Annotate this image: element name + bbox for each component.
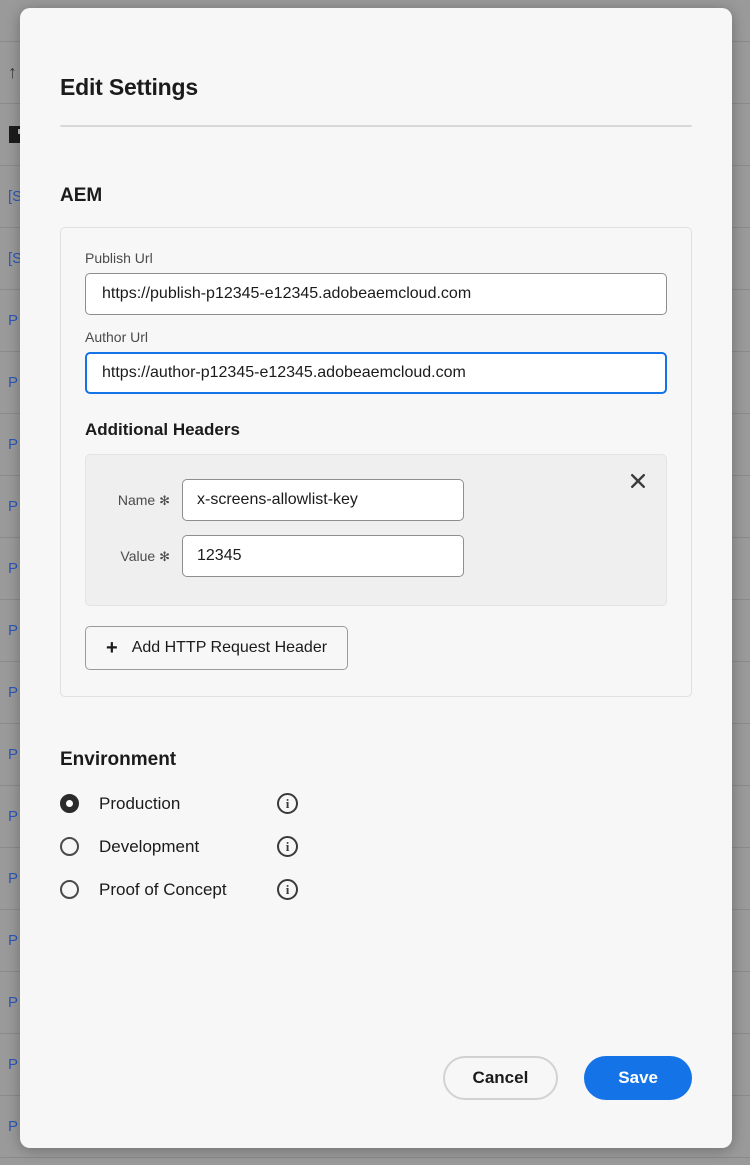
header-row-card: Name ✻ Value ✻: [85, 454, 667, 606]
header-name-row: Name ✻: [106, 479, 646, 521]
header-value-input[interactable]: [182, 535, 464, 577]
header-name-label-text: Name: [117, 491, 156, 508]
add-http-request-header-label: Add HTTP Request Header: [131, 639, 328, 656]
aem-settings-panel: Publish Url Author Url Additional Header…: [60, 227, 692, 697]
environment-option-development[interactable]: Development i: [60, 836, 692, 857]
header-value-label-text: Value: [120, 547, 156, 564]
dialog-footer: Cancel Save: [442, 1056, 692, 1100]
environment-option-production[interactable]: Production i: [60, 793, 692, 814]
author-url-label: Author Url: [85, 329, 149, 345]
publish-url-input[interactable]: [85, 273, 667, 315]
environment-radio-group: Production i Development i Proof of Conc…: [60, 793, 692, 900]
aem-section-title: AEM: [60, 185, 103, 206]
author-url-input[interactable]: [85, 352, 667, 394]
info-icon[interactable]: i: [277, 793, 298, 814]
info-icon[interactable]: i: [277, 836, 298, 857]
required-asterisk-icon: ✻: [159, 492, 170, 508]
header-name-input[interactable]: [182, 479, 464, 521]
header-value-label: Value ✻: [106, 548, 182, 565]
environment-section-title: Environment: [60, 749, 177, 770]
publish-url-label: Publish Url: [85, 250, 153, 266]
plus-icon: +: [106, 637, 118, 659]
environment-option-proof-of-concept[interactable]: Proof of Concept i: [60, 879, 692, 900]
radio-development-label[interactable]: Development: [99, 837, 277, 857]
header-value-row: Value ✻: [106, 535, 646, 577]
radio-proof-of-concept-label[interactable]: Proof of Concept: [99, 880, 277, 900]
arrow-up-icon: ↑: [8, 62, 17, 82]
dialog-title: Edit Settings: [60, 74, 198, 100]
close-icon[interactable]: [624, 467, 652, 495]
edit-settings-dialog: Edit Settings AEM Publish Url Author Url…: [20, 8, 732, 1148]
header-name-label: Name ✻: [106, 492, 182, 509]
required-asterisk-icon: ✻: [159, 548, 170, 564]
save-button[interactable]: Save: [584, 1056, 692, 1100]
radio-production[interactable]: [60, 794, 79, 813]
radio-proof-of-concept[interactable]: [60, 880, 79, 899]
cancel-button[interactable]: Cancel: [442, 1056, 559, 1100]
radio-production-label[interactable]: Production: [99, 794, 277, 814]
add-http-request-header-button[interactable]: + Add HTTP Request Header: [85, 626, 349, 670]
radio-development[interactable]: [60, 837, 79, 856]
info-icon[interactable]: i: [277, 879, 298, 900]
additional-headers-title: Additional Headers: [85, 420, 240, 439]
